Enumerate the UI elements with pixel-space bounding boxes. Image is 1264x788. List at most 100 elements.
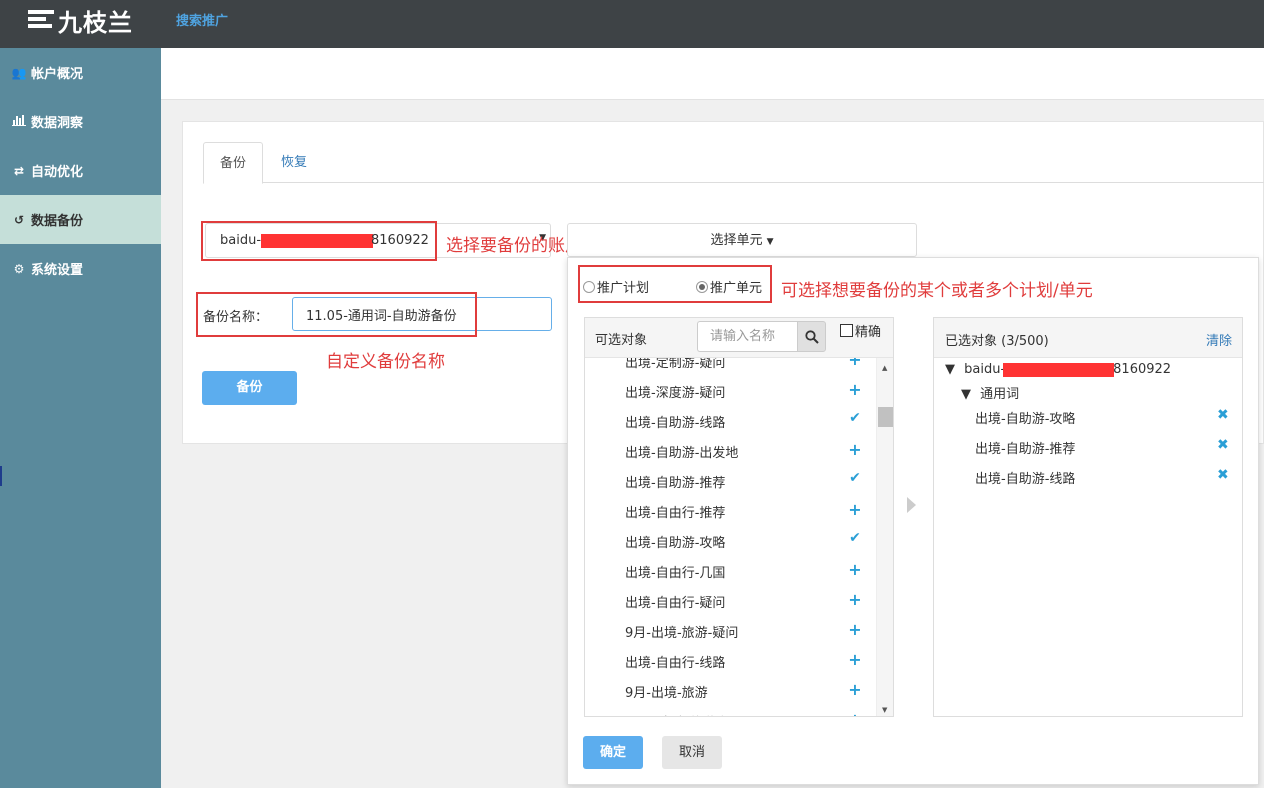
check-icon[interactable]: ✔ [847,470,863,486]
list-item[interactable]: 出境-自助游-线路 ✔ [585,406,876,436]
scroll-thumb[interactable] [878,407,893,427]
sidebar: 👥 帐户概况 数据洞察 ⇄ 自动优化 ↺ 数据备份 ⚙ 系统设置 [0,48,161,788]
exact-match-checkbox[interactable]: 精确 [840,321,881,340]
list-item-label: 出境-自助游-推荐 [625,476,726,491]
list-item[interactable]: 出境-自由行-几国 + [585,556,876,586]
available-rows: 出境-定制游-疑问 + 出境-深度游-疑问 + 出境-自助游-线路 ✔ 出境-自助游-出发地… [585,358,876,716]
list-item-label: 出境-自助游-出发地 [625,446,739,461]
available-list-title: 可选对象 [595,333,648,348]
scroll-down-icon[interactable]: ▼ [882,706,887,714]
plus-icon[interactable]: + [847,680,863,699]
refresh-icon: ↺ [13,212,25,227]
tab-bar: 备份 恢复 [203,142,1264,184]
list-item-label: 11月-出境-旅游-疑问 [625,712,747,716]
list-item-label: 9月-出境-旅游-疑问 [625,626,739,641]
list-item-label: 出境-自由行-推荐 [625,506,726,521]
sidebar-edge-marker [0,466,2,486]
list-item[interactable]: 出境-自助游-推荐 ✔ [585,466,876,496]
scroll-up-icon[interactable]: ▲ [882,364,887,372]
plus-icon[interactable]: + [847,620,863,639]
check-icon[interactable]: ✔ [847,530,863,546]
sidebar-item-label: 帐户概况 [31,67,84,82]
remove-icon[interactable]: ✖ [1217,407,1229,423]
tab-restore[interactable]: 恢复 [281,142,307,184]
tree-root-suffix: 8160922 [1113,362,1172,377]
top-nav-search-promotion[interactable]: 搜索推广 [176,10,228,29]
sidebar-item-data-insight[interactable]: 数据洞察 [0,97,161,146]
exchange-icon: ⇄ [13,163,25,178]
plus-icon[interactable]: + [847,590,863,609]
list-item-label: 出境-自助游-攻略 [625,536,726,551]
sidebar-item-account-overview[interactable]: 👥 帐户概况 [0,48,161,97]
search-icon [805,330,819,344]
bar-chart-icon [10,114,28,129]
sidebar-item-label: 数据洞察 [31,116,84,131]
sidebar-item-auto-optimize[interactable]: ⇄ 自动优化 [0,146,161,195]
plus-icon[interactable]: + [847,710,863,716]
check-icon[interactable]: ✔ [847,410,863,426]
list-item[interactable]: 出境-定制游-疑问 + [585,358,876,376]
list-item[interactable]: 9月-出境-旅游-疑问 + [585,616,876,646]
sidebar-item-data-backup[interactable]: ↺ 数据备份 [0,195,161,244]
selected-tree-root[interactable]: ▼ baidu- 8160922 [945,362,1171,377]
logo-text: 九枝兰 [58,8,133,37]
selected-item: 出境-自助游-攻略 ✖ [934,402,1242,432]
selected-list-title: 已选对象 (3/500) [945,334,1049,349]
list-item[interactable]: 出境-自由行-疑问 + [585,586,876,616]
tree-root-redaction [1003,362,1115,377]
exact-checkbox-box[interactable] [840,324,853,337]
remove-icon[interactable]: ✖ [1217,437,1229,453]
list-item-label: 出境-自由行-几国 [625,566,726,581]
tree-expand-icon[interactable]: ▼ [961,387,971,402]
caret-down-icon: ▼ [766,237,774,247]
cogs-icon: ⚙ [13,261,25,276]
annotation-name: 自定义备份名称 [326,352,445,372]
plus-icon[interactable]: + [847,650,863,669]
clear-selected-link[interactable]: 清除 [1206,330,1232,349]
selected-list-panel: 已选对象 (3/500) 清除 ▼ baidu- 8160922 ▼ 通用词 出境… [933,317,1243,717]
top-bar: 九枝兰 搜索推广 [0,0,1264,48]
list-item[interactable]: 出境-自由行-线路 + [585,646,876,676]
search-button[interactable] [797,321,826,352]
users-icon: 👥 [11,65,27,80]
selected-item-label: 出境-自助游-推荐 [975,442,1076,457]
select-unit-dropdown[interactable]: 选择单元 ▼ [567,223,917,257]
tree-expand-icon[interactable]: ▼ [945,362,955,377]
plus-icon[interactable]: + [847,380,863,399]
logo[interactable]: 九枝兰 [28,6,133,37]
list-item[interactable]: 出境-自由行-推荐 + [585,496,876,526]
list-item[interactable]: 出境-自助游-攻略 ✔ [585,526,876,556]
list-item[interactable]: 出境-深度游-疑问 + [585,376,876,406]
move-right-arrow-icon[interactable] [907,497,916,513]
sidebar-item-label: 系统设置 [31,263,84,278]
remove-icon[interactable]: ✖ [1217,467,1229,483]
available-scrollbar[interactable]: ▲ ▼ [876,358,893,716]
select-unit-label: 选择单元 [710,233,763,248]
plus-icon[interactable]: + [847,440,863,459]
annotation-account: 选择要备份的账户 [446,236,582,256]
plus-icon[interactable]: + [847,358,863,369]
list-item-label: 出境-自由行-线路 [625,656,726,671]
list-item[interactable]: 出境-自助游-出发地 + [585,436,876,466]
tree-root-prefix: baidu- [964,362,1006,377]
sidebar-item-system-settings[interactable]: ⚙ 系统设置 [0,244,161,293]
backup-button[interactable]: 备份 [202,371,297,405]
content-header [161,48,1264,100]
available-search-input[interactable]: 请输入名称 [697,321,798,352]
selected-item: 出境-自助游-推荐 ✖ [934,432,1242,462]
tab-backup[interactable]: 备份 [203,142,263,184]
plus-icon[interactable]: + [847,500,863,519]
confirm-button[interactable]: 确定 [583,736,643,769]
cancel-button[interactable]: 取消 [662,736,722,769]
logo-icon [28,8,54,32]
list-item-label: 出境-自助游-线路 [625,416,726,431]
sidebar-item-label: 自动优化 [31,165,84,180]
plus-icon[interactable]: + [847,560,863,579]
list-item[interactable]: 11月-出境-旅游-疑问 + [585,706,876,716]
selected-tree-group[interactable]: ▼ 通用词 [961,383,1019,402]
list-item-label: 出境-定制游-疑问 [625,358,726,371]
list-item-label: 出境-深度游-疑问 [625,386,726,401]
annotation-frame-account [201,221,437,261]
list-item[interactable]: 9月-出境-旅游 + [585,676,876,706]
tree-group-label: 通用词 [980,387,1020,402]
